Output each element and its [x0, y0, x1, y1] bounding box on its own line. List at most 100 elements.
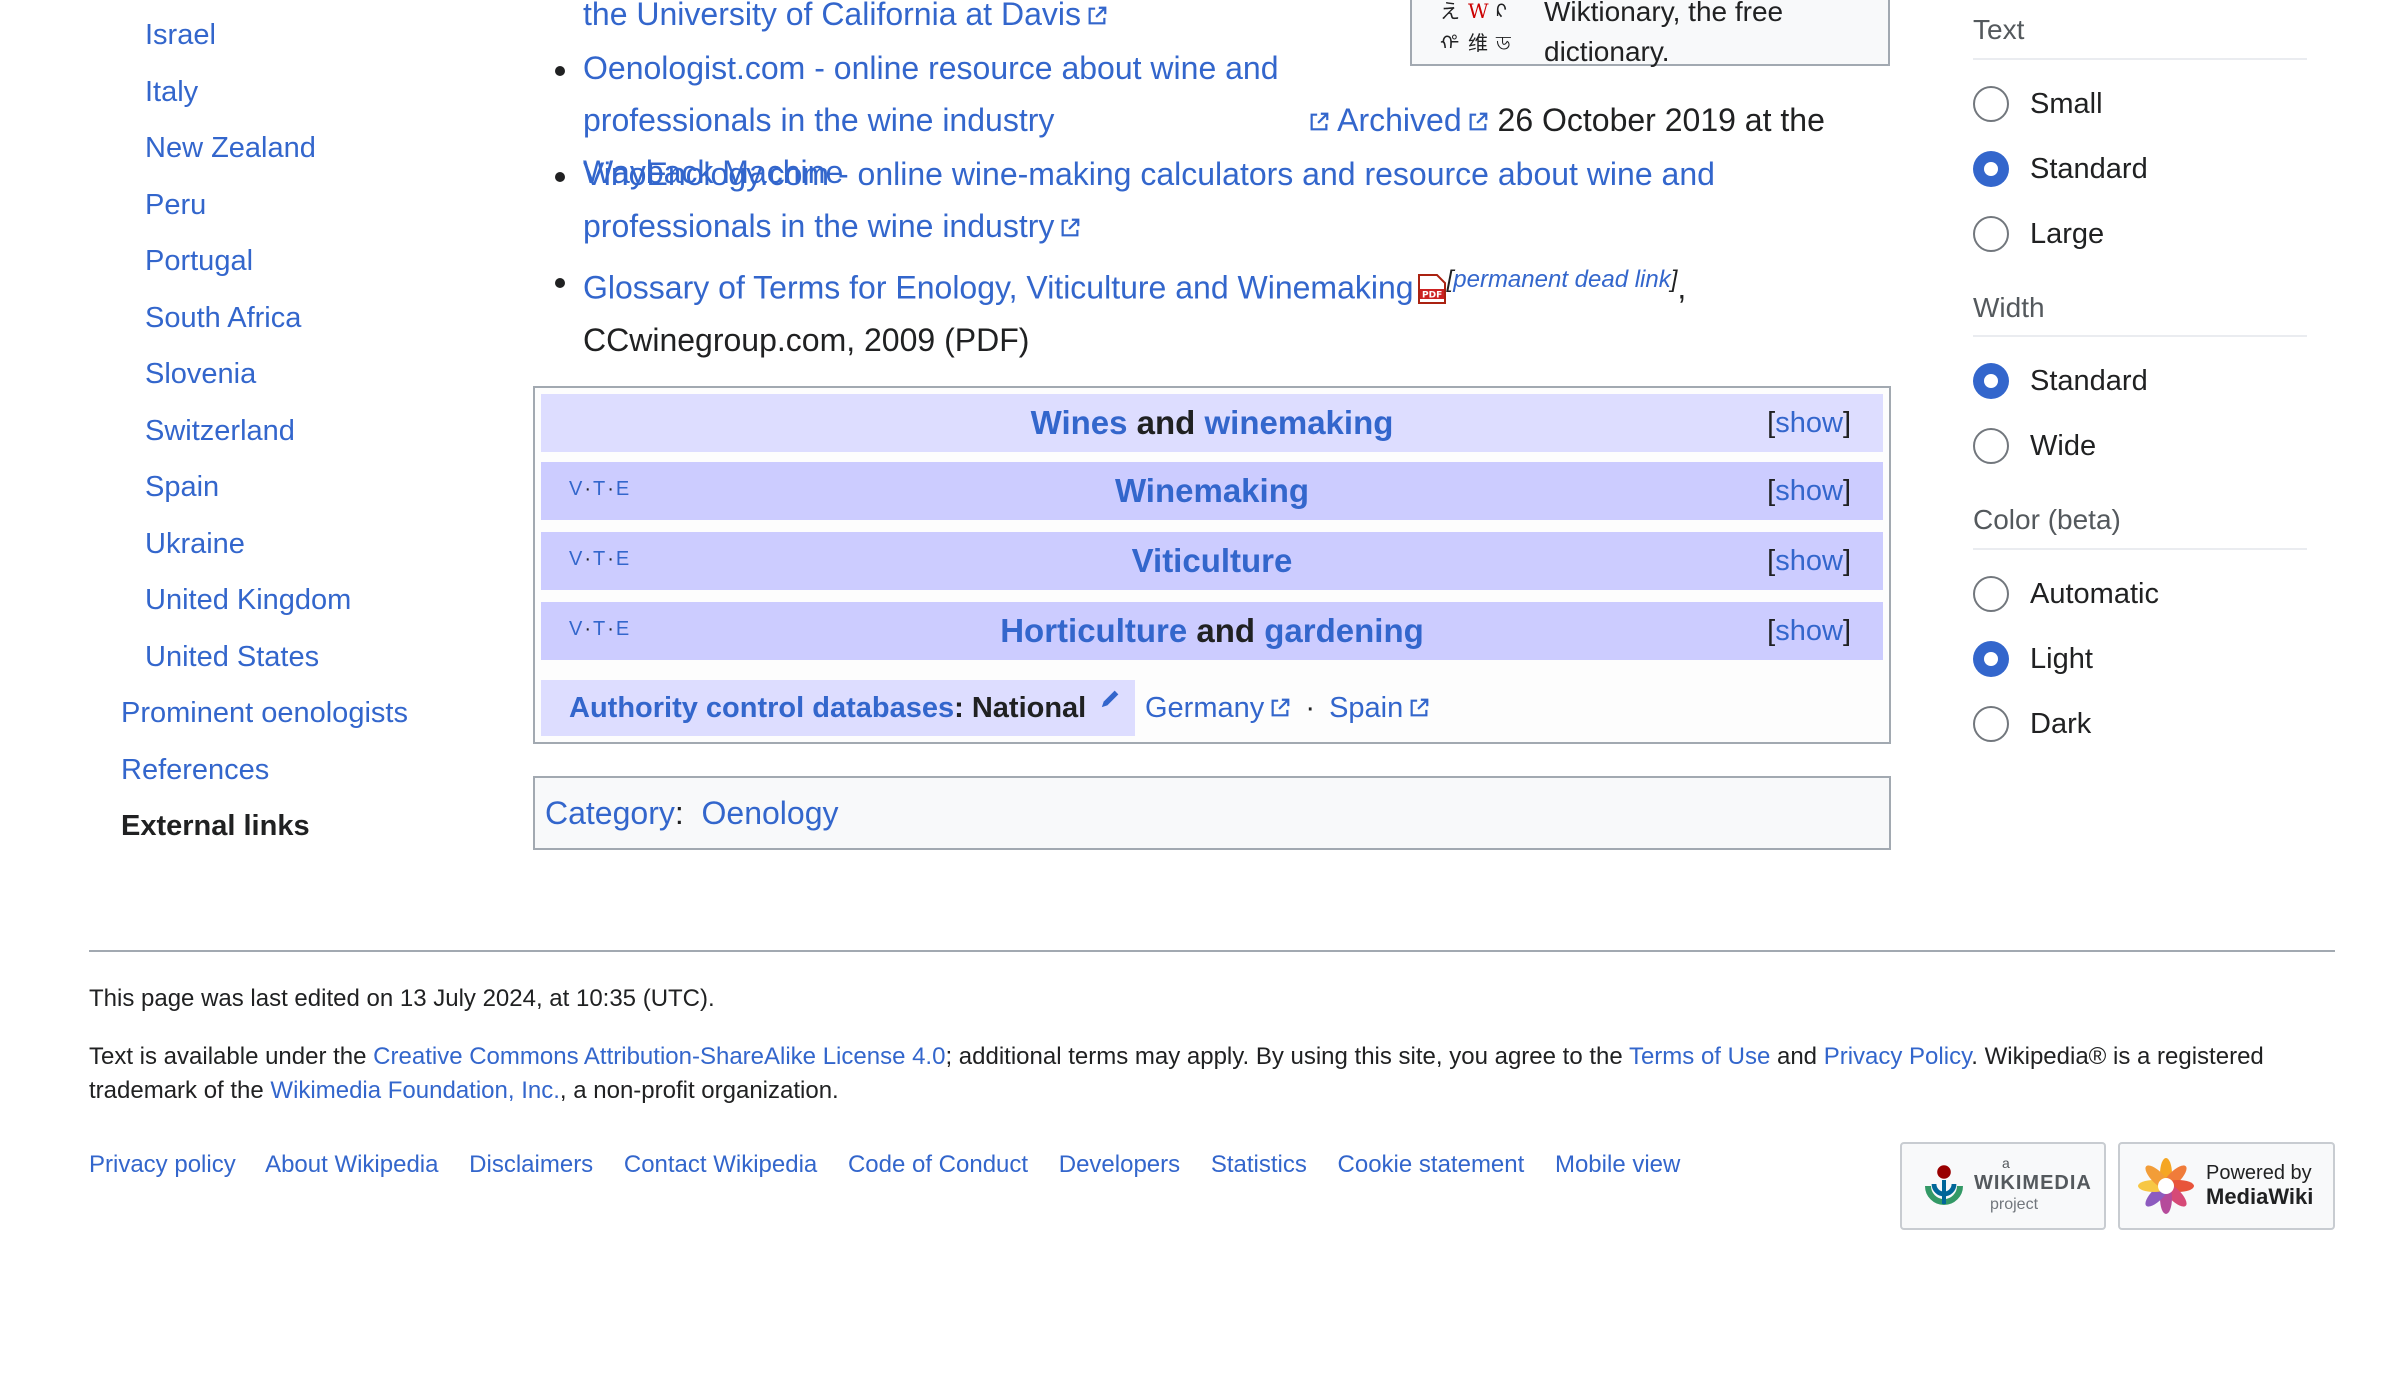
oenologist-link[interactable]: Oenologist.com - online resource about w… [583, 42, 1303, 146]
list-item: VinoEnology.com - online wine-making cal… [555, 148, 1763, 252]
navbox-title-viticulture[interactable]: Viticulture [1132, 542, 1293, 579]
navbox-show-toggle[interactable]: show [1775, 545, 1843, 577]
toc-item-references[interactable]: References [121, 750, 269, 790]
radio-button[interactable] [1973, 151, 2009, 187]
text-size-heading: Text [1973, 14, 2025, 45]
archived-date: 26 October 2019 at the [1497, 102, 1825, 138]
toc-item-new-zealand[interactable]: New Zealand [145, 128, 316, 168]
wikimedia-badge-title: WIKIMEDIA [1974, 1172, 2092, 1194]
footer-link-disclaimers[interactable]: Disclaimers [469, 1151, 617, 1178]
toc-item-external-links[interactable]: External links [121, 806, 310, 846]
terms-of-use-link[interactable]: Terms of Use [1629, 1043, 1770, 1070]
wikimedia-badge-sub: project [1990, 1196, 2039, 1213]
toc-item-prominent-oenologists[interactable]: Prominent oenologists [121, 693, 408, 733]
toc-item-italy[interactable]: Italy [145, 72, 198, 112]
toc-item-switzerland[interactable]: Switzerland [145, 411, 295, 451]
bullet [555, 172, 565, 182]
footer-link-cookie-statement[interactable]: Cookie statement [1338, 1151, 1549, 1178]
glossary-link[interactable]: Glossary of Terms for Enology, Viticultu… [583, 270, 1414, 306]
navbox-show-toggle[interactable]: show [1775, 407, 1843, 439]
footer-link-about[interactable]: About Wikipedia [265, 1151, 462, 1178]
footer-link-developers[interactable]: Developers [1059, 1151, 1204, 1178]
archived-link[interactable]: Archived [1337, 102, 1462, 138]
radio-label: Light [2030, 643, 2093, 675]
color-heading: Color (beta) [1973, 504, 2121, 535]
page-footer: This page was last edited on 13 July 202… [89, 950, 2335, 1250]
navbox-gardening-link[interactable]: gardening [1264, 612, 1424, 649]
privacy-policy-inline-link[interactable]: Privacy Policy [1824, 1043, 1972, 1070]
toc-item-portugal[interactable]: Portugal [145, 241, 253, 281]
wiktionary-box: え W ᠺ ᡥ 维 ড Wiktionary, the free diction… [1410, 0, 1890, 67]
radio-button[interactable] [1973, 216, 2009, 252]
navbox-show-toggle[interactable]: show [1775, 475, 1843, 507]
pdf-icon: PDF [1417, 273, 1446, 304]
wikimedia-project-badge[interactable]: a WIKIMEDIA project [1900, 1142, 2106, 1230]
navbox-viticulture-row: V·T·E Viticulture [show] [541, 532, 1883, 590]
navbox-horticulture-link[interactable]: Horticulture [1000, 612, 1187, 649]
radio-button[interactable] [1973, 576, 2009, 612]
mediawiki-logo-icon [2138, 1158, 2194, 1214]
radio-button[interactable] [1973, 363, 2009, 399]
navbox-show-toggle[interactable]: show [1775, 615, 1843, 647]
toc-item-spain[interactable]: Spain [145, 467, 219, 507]
category-oenology-link[interactable]: Oenology [702, 795, 839, 831]
radio-button[interactable] [1973, 706, 2009, 742]
radio-button[interactable] [1973, 86, 2009, 122]
external-link-icon [1061, 218, 1080, 237]
divider [1973, 335, 2307, 337]
divider [1973, 548, 2307, 550]
footer-link-code-of-conduct[interactable]: Code of Conduct [848, 1151, 1052, 1178]
authority-control-label: Authority control databases: National [541, 680, 1135, 736]
authority-control-items: Germany · Spain [1145, 680, 1430, 736]
wiktionary-logo-icon: え W ᠺ ᡥ 维 ড [1440, 0, 1511, 55]
cc-license-link[interactable]: Creative Commons Attribution-ShareAlike … [373, 1043, 945, 1070]
footer-link-mobile-view[interactable]: Mobile view [1555, 1151, 1704, 1178]
article-content: the University of California at Davis Oe… [533, 0, 1893, 880]
ucdavis-link[interactable]: the University of California at Davis [583, 0, 1081, 32]
mediawiki-badge-line1: Powered by [2206, 1162, 2312, 1184]
toc-item-slovenia[interactable]: Slovenia [145, 354, 256, 394]
footer-link-statistics[interactable]: Statistics [1211, 1151, 1331, 1178]
toc-item-israel[interactable]: Israel [145, 15, 216, 55]
external-link-icon [1088, 6, 1107, 25]
radio-label: Large [2030, 218, 2105, 250]
toc-item-south-africa[interactable]: South Africa [145, 298, 301, 338]
authority-spain-link[interactable]: Spain [1329, 692, 1403, 724]
wiktionary-text[interactable]: Wiktionary, the free dictionary. [1544, 0, 1844, 72]
footer-divider [89, 950, 2335, 952]
footer-links: Privacy policy About Wikipedia Disclaime… [89, 1148, 1704, 1182]
authority-control-link[interactable]: Authority control databases [569, 692, 954, 724]
navbox-and-text: and [1136, 404, 1196, 441]
category-label-link[interactable]: Category [545, 795, 675, 831]
svg-text:ᠺ: ᠺ [1496, 0, 1507, 23]
svg-text:え: え [1440, 0, 1460, 23]
navbox-wines-link[interactable]: Wines [1031, 404, 1128, 441]
wikimedia-foundation-link[interactable]: Wikimedia Foundation, Inc. [270, 1077, 559, 1104]
toc-item-ukraine[interactable]: Ukraine [145, 524, 245, 564]
wikimedia-badge-small: a [2002, 1155, 2010, 1171]
width-heading: Width [1973, 292, 2045, 323]
toc-item-united-kingdom[interactable]: United Kingdom [145, 580, 351, 620]
radio-button[interactable] [1973, 428, 2009, 464]
radio-button[interactable] [1973, 641, 2009, 677]
dead-link-note[interactable]: permanent dead link [1453, 266, 1670, 293]
wikimedia-logo-icon [1925, 1165, 1963, 1205]
last-edited-text: This page was last edited on 13 July 202… [89, 985, 715, 1012]
radio-label: Dark [2030, 708, 2092, 740]
footer-link-contact[interactable]: Contact Wikipedia [624, 1151, 841, 1178]
powered-by-mediawiki-badge[interactable]: Powered by MediaWiki [2118, 1142, 2335, 1230]
navbox-title-winemaking[interactable]: Winemaking [1115, 472, 1309, 509]
toc-item-united-states[interactable]: United States [145, 637, 319, 677]
footer-link-privacy-policy[interactable]: Privacy policy [89, 1151, 260, 1178]
list-item: Glossary of Terms for Enology, Viticultu… [555, 254, 1883, 366]
toc-item-peru[interactable]: Peru [145, 185, 206, 225]
navbox-main-header: Wines and winemaking [show] [541, 394, 1883, 452]
pencil-icon[interactable] [1100, 687, 1122, 709]
bullet [555, 278, 565, 288]
list-item: the University of California at Davis [583, 0, 1108, 40]
authority-germany-link[interactable]: Germany [1145, 692, 1264, 724]
navbox-winemaking-link[interactable]: winemaking [1205, 404, 1394, 441]
vinoenology-link[interactable]: VinoEnology.com - online wine-making cal… [583, 156, 1715, 244]
svg-text:PDF: PDF [1422, 290, 1442, 300]
svg-text:维: 维 [1468, 31, 1488, 55]
